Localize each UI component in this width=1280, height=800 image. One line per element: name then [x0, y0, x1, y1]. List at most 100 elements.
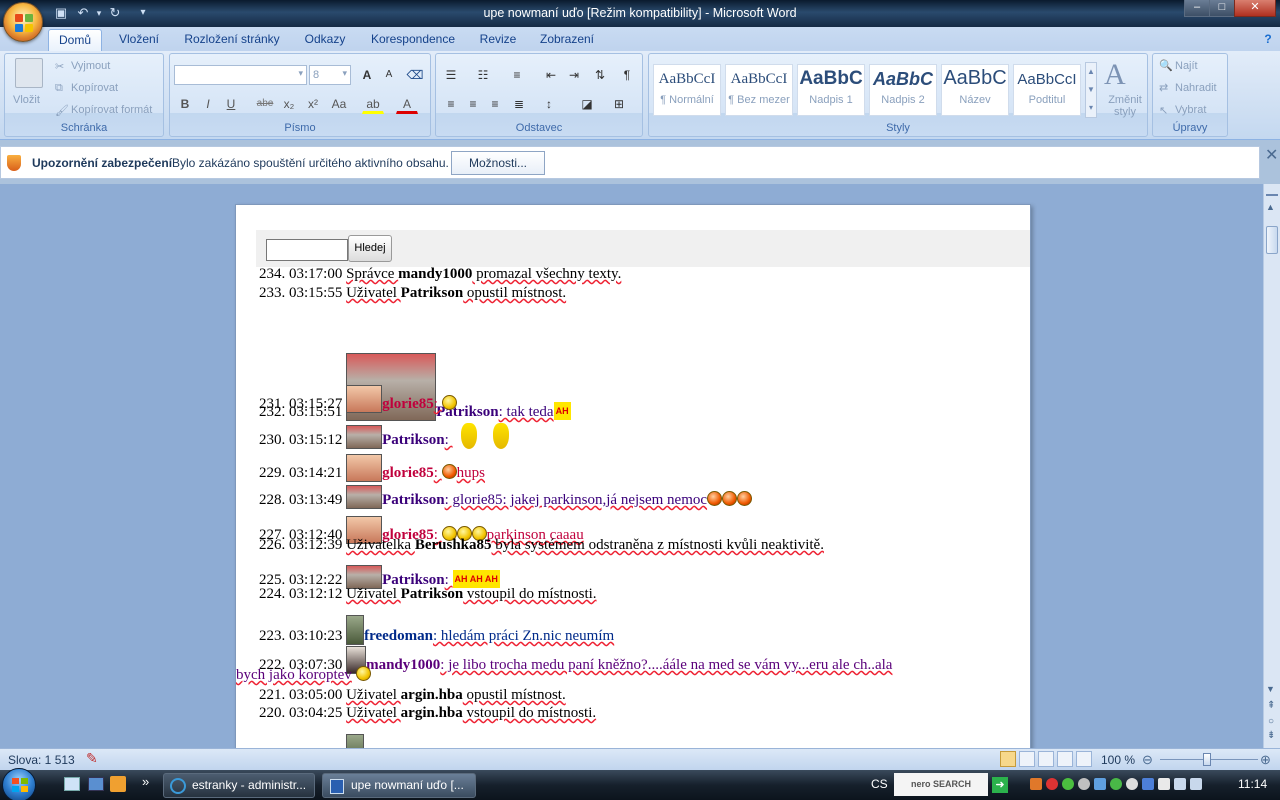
clear-formatting-icon[interactable]: ⌫ — [404, 65, 426, 85]
align-left-icon[interactable]: ≡ — [440, 94, 462, 114]
word-count[interactable]: Slova: 1 513 — [8, 753, 75, 767]
change-case-button[interactable]: Aa — [328, 94, 350, 114]
change-styles-button[interactable]: Změnit styly — [1105, 94, 1145, 118]
align-center-icon[interactable]: ≡ — [462, 94, 484, 114]
cut-button[interactable]: Vyjmout — [71, 60, 110, 72]
vertical-scrollbar[interactable]: ▲ ▼ ⇞ ○ ⇟ — [1263, 184, 1280, 748]
font-color-icon[interactable]: A — [396, 94, 418, 114]
style-heading-2[interactable]: AaBbC Nadpis 2 — [869, 64, 937, 116]
draft-icon[interactable] — [1076, 751, 1092, 767]
search-input[interactable] — [266, 239, 348, 261]
avatar[interactable] — [346, 385, 383, 413]
avatar[interactable] — [346, 485, 383, 509]
bullets-icon[interactable]: ☰ — [440, 65, 462, 85]
chat-username[interactable]: glorie85 — [382, 396, 434, 412]
start-button[interactable] — [2, 768, 36, 800]
previous-page-icon[interactable]: ⇞ — [1267, 700, 1275, 711]
strikethrough-button[interactable]: abe — [254, 94, 276, 114]
numbering-icon[interactable]: ☷ — [472, 65, 494, 85]
replace-button[interactable]: Nahradit — [1175, 82, 1217, 94]
show-formatting-button[interactable]: ¶ — [616, 65, 638, 85]
maximize-button[interactable]: □ — [1209, 0, 1235, 17]
zoom-slider-thumb[interactable] — [1203, 753, 1211, 766]
font-size-input[interactable]: 8 ▾ — [309, 65, 351, 85]
grow-font-button[interactable]: A — [356, 65, 378, 85]
tab-page-layout[interactable]: Rozložení stránky — [176, 29, 288, 51]
tab-review[interactable]: Revize — [472, 29, 524, 51]
minimize-button[interactable]: – — [1184, 0, 1210, 17]
close-security-icon[interactable]: ✕ — [1265, 145, 1278, 165]
zoom-out-icon[interactable]: ⊖ — [1142, 752, 1153, 768]
find-button[interactable]: Najít — [1175, 60, 1198, 72]
tray-icon-4[interactable] — [1078, 778, 1090, 790]
web-layout-icon[interactable] — [1038, 751, 1054, 767]
subscript-button[interactable]: x₂ — [278, 94, 300, 114]
print-layout-icon[interactable] — [1000, 751, 1016, 767]
select-button[interactable]: Vybrat — [1175, 104, 1206, 116]
help-icon[interactable]: ? — [1258, 29, 1278, 51]
style-subtitle[interactable]: AaBbCcI Podtitul — [1013, 64, 1081, 116]
ruler-toggle-icon[interactable] — [1266, 186, 1278, 196]
italic-button[interactable]: I — [197, 94, 219, 114]
highlight-icon[interactable]: ab — [362, 94, 384, 114]
taskbar-button-word[interactable]: upe nowmaní uďo [... — [322, 773, 476, 798]
tray-icon-7[interactable] — [1126, 778, 1138, 790]
format-painter-button[interactable]: Kopírovat formát — [71, 104, 152, 116]
underline-button[interactable]: U — [220, 94, 242, 114]
language-indicator[interactable]: CS — [871, 777, 888, 791]
zoom-in-icon[interactable]: ⊕ — [1260, 752, 1271, 768]
scroll-up-icon[interactable]: ▲ — [1266, 202, 1275, 212]
tab-home[interactable]: Domů — [48, 29, 102, 51]
tray-icon-2[interactable] — [1046, 778, 1058, 790]
tab-mailings[interactable]: Korespondence — [362, 29, 464, 51]
tray-icon-6[interactable] — [1110, 778, 1122, 790]
options-button[interactable]: Možnosti... — [451, 151, 545, 175]
full-screen-reading-icon[interactable] — [1019, 751, 1035, 767]
scroll-down-icon[interactable]: ▼ — [1266, 684, 1275, 694]
outline-icon[interactable] — [1057, 751, 1073, 767]
chat-username[interactable]: mandy1000 — [366, 657, 440, 673]
styles-scroll[interactable]: ▲ ▼ ▾ — [1085, 62, 1097, 118]
decrease-indent-icon[interactable]: ⇤ — [540, 65, 562, 85]
shading-icon[interactable]: ◪ — [576, 94, 598, 114]
copy-button[interactable]: Kopírovat — [71, 82, 118, 94]
chat-username[interactable]: freedoman — [364, 628, 433, 644]
style-normal[interactable]: AaBbCcI ¶ Normální — [653, 64, 721, 116]
tab-view[interactable]: Zobrazení — [532, 29, 602, 51]
switch-windows-icon[interactable] — [88, 777, 104, 791]
bold-button[interactable]: B — [174, 94, 196, 114]
clock[interactable]: 11:14 — [1238, 777, 1267, 791]
tray-icon-3[interactable] — [1062, 778, 1074, 790]
chat-username[interactable]: Patrikson — [382, 432, 445, 448]
next-page-icon[interactable]: ⇟ — [1267, 730, 1275, 741]
chat-username[interactable]: Patrikson — [382, 492, 445, 508]
justify-icon[interactable]: ≣ — [508, 94, 530, 114]
media-player-icon[interactable] — [110, 776, 126, 792]
avatar[interactable] — [346, 454, 383, 482]
search-button[interactable]: Hledej — [348, 235, 392, 262]
tray-icon-1[interactable] — [1030, 778, 1042, 790]
borders-icon[interactable]: ⊞ — [608, 94, 630, 114]
taskbar-button-browser[interactable]: estranky - administr... — [163, 773, 315, 798]
close-button[interactable]: ✕ — [1234, 0, 1276, 17]
scroll-thumb[interactable] — [1266, 226, 1278, 254]
font-name-input[interactable]: ▾ — [174, 65, 307, 85]
proofing-icon[interactable]: ✎ — [86, 750, 98, 767]
office-button[interactable] — [3, 2, 43, 42]
shrink-font-button[interactable]: A — [378, 65, 400, 85]
style-no-spacing[interactable]: AaBbCcI ¶ Bez mezer — [725, 64, 793, 116]
sort-icon[interactable]: ⇅ — [589, 65, 611, 85]
nero-go-icon[interactable]: ➜ — [992, 777, 1008, 793]
tab-references[interactable]: Odkazy — [296, 29, 354, 51]
style-title[interactable]: AaBbC Název — [941, 64, 1009, 116]
superscript-button[interactable]: x² — [302, 94, 324, 114]
avatar[interactable] — [346, 615, 365, 645]
tab-insert[interactable]: Vložení — [110, 29, 168, 51]
tray-icon-9[interactable] — [1158, 778, 1170, 790]
align-right-icon[interactable]: ≡ — [484, 94, 506, 114]
paste-button[interactable]: Vložit — [13, 94, 40, 106]
nero-search-box[interactable]: nero SEARCH — [894, 773, 988, 796]
browse-object-icon[interactable]: ○ — [1268, 716, 1274, 727]
style-heading-1[interactable]: AaBbC Nadpis 1 — [797, 64, 865, 116]
increase-indent-icon[interactable]: ⇥ — [563, 65, 585, 85]
